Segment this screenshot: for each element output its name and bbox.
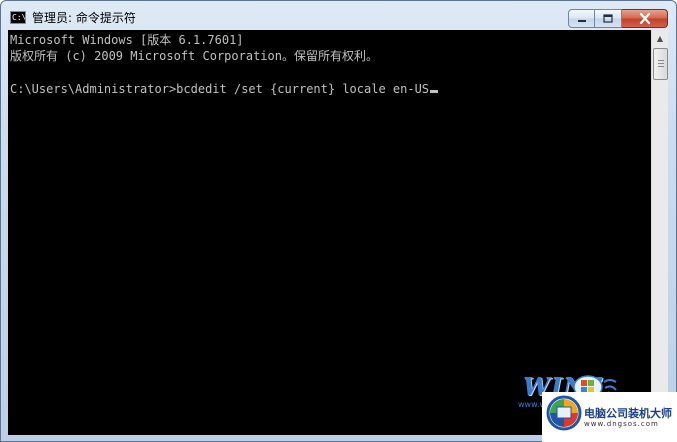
- brand-name: 电脑公司装机大师: [584, 407, 672, 420]
- window-controls: [568, 9, 668, 28]
- watermark: WIN7 www.win7 电脑公司装机大师 www.dngsos.com: [500, 372, 677, 442]
- title-bar[interactable]: C:\ 管理员: 命令提示符: [1, 1, 676, 31]
- console-line-version: Microsoft Windows [版本 6.1.7601]: [10, 33, 244, 47]
- chevron-up-icon: ▲: [656, 34, 664, 43]
- watermark-brand: 电脑公司装机大师 www.dngsos.com: [542, 392, 677, 442]
- cmd-icon[interactable]: C:\: [10, 11, 26, 24]
- minimize-icon: [577, 19, 586, 22]
- minimize-button[interactable]: [568, 9, 595, 28]
- close-button[interactable]: [622, 9, 668, 28]
- brand-logo-icon: [546, 395, 582, 431]
- maximize-icon: [603, 14, 613, 23]
- text-cursor: [430, 90, 439, 93]
- console-prompt-line[interactable]: C:\Users\Administrator>bcdedit /set {cur…: [10, 81, 439, 97]
- scroll-up-button[interactable]: ▲: [652, 30, 668, 47]
- console-command-text: C:\Users\Administrator>bcdedit /set {cur…: [10, 82, 430, 96]
- window-title: 管理员: 命令提示符: [32, 11, 136, 25]
- brand-domain: www.dngsos.com: [584, 420, 659, 428]
- grip-line: [658, 66, 664, 67]
- maximize-button[interactable]: [595, 9, 622, 28]
- scrollbar-thumb[interactable]: [653, 48, 668, 80]
- grip-line: [658, 60, 664, 61]
- console-line-copyright: 版权所有 (c) 2009 Microsoft Corporation。保留所有…: [10, 49, 378, 63]
- grip-line: [658, 63, 664, 64]
- close-icon: [639, 13, 650, 24]
